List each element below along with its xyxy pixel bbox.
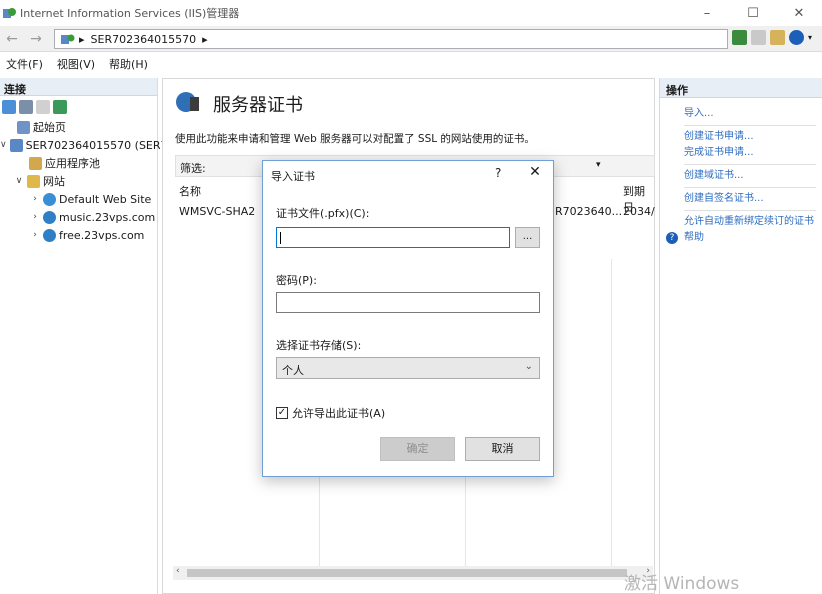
menu-view[interactable]: 视图(V) — [57, 56, 95, 72]
connections-pane: 连接 起始页 ∨ SER702364015570 (SER702 应用程序池 ∨… — [0, 78, 182, 594]
close-button[interactable]: ✕ — [776, 0, 822, 26]
connections-toolbar — [0, 96, 157, 118]
dialog-close-icon[interactable]: ✕ — [525, 164, 545, 180]
certificate-store-select[interactable]: 个人 ⌄ — [276, 357, 540, 379]
chevron-down-icon[interactable]: ∨ — [14, 176, 24, 186]
help-label[interactable]: 帮助 — [684, 230, 704, 246]
cell-name: WMSVC-SHA2 — [179, 205, 256, 218]
page-description: 使用此功能来申请和管理 Web 服务器可以对配置了 SSL 的网站使用的证书。 — [175, 133, 535, 145]
action-auto-rebind[interactable]: 允许自动重新绑定续订的证书 — [684, 214, 822, 230]
server-certificates-icon — [176, 92, 199, 112]
help-icon: ? — [666, 232, 678, 244]
tree-item-default-web-site[interactable]: › Default Web Site — [0, 190, 157, 208]
scrollbar-thumb[interactable] — [187, 569, 627, 577]
forward-button[interactable]: → — [26, 30, 46, 48]
menu-file[interactable]: 文件(F) — [6, 56, 43, 72]
action-create-request[interactable]: 创建证书申请... — [684, 129, 822, 145]
action-complete-request[interactable]: 完成证书申请... — [684, 145, 822, 161]
allow-export-label[interactable]: 允许导出此证书(A) — [292, 405, 385, 421]
save-icon[interactable] — [19, 100, 33, 114]
connect-icon[interactable] — [2, 100, 16, 114]
filter-dropdown-icon[interactable]: ▾ — [596, 160, 601, 170]
start-page-icon — [17, 120, 30, 134]
chevron-right-icon[interactable]: › — [30, 230, 40, 240]
tree-item-server[interactable]: ∨ SER702364015570 (SER702 — [0, 136, 182, 154]
chevron-right-icon[interactable]: › — [30, 212, 40, 222]
iis-app-icon — [3, 8, 16, 18]
app-pool-icon — [29, 156, 42, 170]
globe-icon — [43, 192, 56, 206]
window-title: Internet Information Services (IIS)管理器 — [20, 7, 240, 20]
server-icon — [9, 138, 23, 152]
help-dropdown-icon[interactable]: ▾ — [808, 33, 812, 42]
actions-pane: 操作 导入... 创建证书申请... 完成证书申请... 创建域证书... 创建… — [659, 78, 822, 594]
address-path-arrow[interactable]: ▸ — [202, 33, 208, 46]
menu-bar: 文件(F) 视图(V) 帮助(H) — [0, 53, 822, 75]
address-path[interactable]: SER702364015570 — [91, 33, 197, 46]
maximize-button[interactable]: ☐ — [730, 0, 776, 26]
cell-issued-to: R7023640... — [555, 205, 623, 218]
activation-watermark: 激活 Windows — [624, 574, 740, 594]
sites-folder-icon — [27, 174, 40, 188]
connections-header: 连接 — [0, 78, 157, 96]
action-help[interactable]: ? 帮助 — [666, 230, 822, 246]
address-bar: ← → ▸ SER702364015570 ▸ ▾ — [0, 26, 822, 52]
menu-help[interactable]: 帮助(H) — [109, 56, 148, 72]
scroll-left-icon[interactable]: ‹ — [176, 566, 180, 576]
horizontal-scrollbar[interactable]: ‹ › — [173, 566, 653, 580]
password-label: 密码(P): — [276, 274, 317, 287]
column-name[interactable]: 名称 — [179, 183, 201, 199]
certificate-file-label: 证书文件(.pfx)(C): — [276, 207, 370, 220]
allow-export-row[interactable]: ✓ 允许导出此证书(A) — [276, 405, 385, 421]
action-create-self-signed[interactable]: 创建自签名证书... — [684, 191, 822, 207]
ok-button[interactable]: 确定 — [380, 437, 455, 461]
allow-export-checkbox[interactable]: ✓ — [276, 407, 288, 419]
refresh-icon[interactable] — [732, 30, 747, 45]
globe-icon — [43, 210, 56, 224]
home-icon[interactable] — [770, 30, 785, 45]
address-field[interactable]: ▸ SER702364015570 ▸ — [54, 29, 728, 49]
minimize-button[interactable]: – — [684, 0, 730, 26]
stop-icon[interactable] — [751, 30, 766, 45]
action-create-domain-cert[interactable]: 创建域证书... — [684, 168, 822, 184]
page-title: 服务器证书 — [213, 95, 303, 116]
cancel-button[interactable]: 取消 — [465, 437, 540, 461]
address-separator: ▸ — [79, 32, 85, 46]
tree-item-app-pools[interactable]: 应用程序池 — [0, 154, 157, 172]
dialog-title: 导入证书 — [271, 170, 315, 183]
filter-label: 筛选: — [180, 162, 206, 175]
connect-server-icon[interactable] — [53, 100, 67, 114]
dialog-help-icon[interactable]: ? — [495, 166, 501, 180]
import-certificate-dialog: 导入证书 ? ✕ 证书文件(.pfx)(C): ... 密码(P): 选择证书存… — [262, 160, 554, 477]
chevron-right-icon[interactable]: › — [30, 194, 40, 204]
actions-header: 操作 — [660, 78, 822, 98]
back-button[interactable]: ← — [2, 30, 22, 48]
cell-expiry: 2034/ — [623, 205, 655, 218]
column-divider — [611, 259, 612, 579]
title-bar: Internet Information Services (IIS)管理器 –… — [0, 0, 822, 26]
password-input[interactable] — [276, 292, 540, 313]
connections-tree: 起始页 ∨ SER702364015570 (SER702 应用程序池 ∨ 网站… — [0, 118, 182, 244]
action-import[interactable]: 导入... — [684, 106, 822, 122]
certificate-store-label: 选择证书存储(S): — [276, 339, 362, 352]
globe-icon — [43, 228, 56, 242]
certificate-file-input[interactable] — [276, 227, 510, 248]
up-icon[interactable] — [36, 100, 50, 114]
chevron-down-icon[interactable]: ∨ — [0, 140, 7, 150]
browse-button[interactable]: ... — [515, 227, 540, 248]
tree-item-music-site[interactable]: › music.23vps.com — [0, 208, 157, 226]
tree-item-sites[interactable]: ∨ 网站 — [0, 172, 157, 190]
tree-item-free-site[interactable]: › free.23vps.com — [0, 226, 157, 244]
tree-item-start-page[interactable]: 起始页 — [0, 118, 157, 136]
chevron-down-icon: ⌄ — [524, 361, 533, 372]
help-icon[interactable] — [789, 30, 804, 45]
server-icon — [61, 34, 75, 44]
